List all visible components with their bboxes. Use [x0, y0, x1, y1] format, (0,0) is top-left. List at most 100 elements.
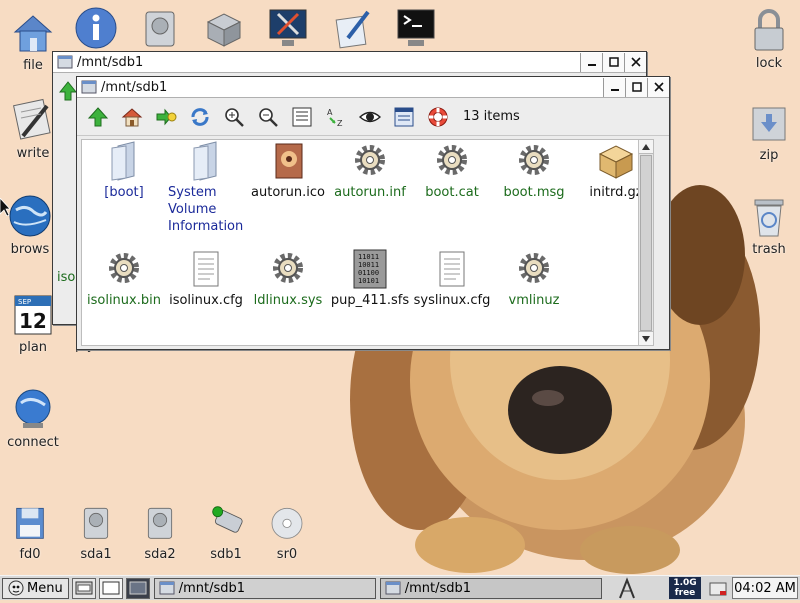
- workspace-icon: [102, 581, 120, 595]
- terminal-icon: [397, 9, 435, 46]
- desktop-icon-connect[interactable]: connect: [1, 385, 65, 450]
- desktop-icon-help[interactable]: [64, 4, 128, 54]
- vertical-scrollbar[interactable]: [638, 140, 653, 345]
- goto-button[interactable]: [151, 102, 181, 132]
- desktop-icon-lock[interactable]: lock: [737, 6, 800, 71]
- usb-drive-icon: [212, 506, 243, 533]
- up-button[interactable]: [83, 102, 113, 132]
- network-tray[interactable]: [617, 577, 637, 599]
- help-button[interactable]: [423, 102, 453, 132]
- text-file-icon: [193, 251, 219, 287]
- window-app-icon: [57, 55, 73, 69]
- up-arrow-icon: [58, 81, 78, 101]
- back-window-titlebar[interactable]: /mnt/sdb1: [53, 52, 646, 73]
- quick-launch-desktop[interactable]: [71, 577, 96, 599]
- maximize-button[interactable]: [625, 77, 647, 97]
- globe-icon: [9, 195, 51, 237]
- tray-indicator[interactable]: [708, 580, 730, 598]
- network-globe-icon: [15, 389, 51, 428]
- desktop-icon-console[interactable]: [384, 4, 448, 54]
- desktop-icon-label: sdb1: [210, 547, 242, 562]
- file-name: pup_411.sfs: [330, 293, 410, 308]
- file-name: isolinux.cfg: [169, 293, 243, 308]
- workspace-1[interactable]: [98, 577, 123, 599]
- clock[interactable]: 04:02 AM: [732, 577, 798, 599]
- home-icon: [121, 107, 143, 126]
- file-item[interactable]: autorun.ico: [246, 140, 330, 201]
- minimize-button[interactable]: [580, 52, 602, 72]
- calendar-icon: SEP 12: [14, 295, 52, 335]
- file-list-area[interactable]: [boot] System Volume Information autorun…: [81, 139, 654, 346]
- task-label: /mnt/sdb1: [404, 580, 472, 596]
- window-toolbar: AZ 13 items: [77, 98, 669, 136]
- zoom-in-icon: [225, 107, 244, 127]
- list-view-button[interactable]: [287, 102, 317, 132]
- file-item[interactable]: isolinux.bin: [82, 248, 166, 309]
- desktop-icon-package[interactable]: [192, 4, 256, 54]
- close-button[interactable]: [624, 52, 646, 72]
- drive-icon-sda2[interactable]: sda2: [128, 505, 192, 562]
- taskbar-task[interactable]: /mnt/sdb1: [153, 577, 376, 599]
- drive-icon-fd0[interactable]: fd0: [0, 505, 62, 562]
- minimize-button[interactable]: [603, 77, 625, 97]
- refresh-icon: [191, 107, 209, 126]
- desktop-icon-label: connect: [7, 435, 59, 450]
- items-count: 13 items: [463, 109, 520, 124]
- window-titlebar[interactable]: /mnt/sdb1: [77, 77, 669, 98]
- file-item[interactable]: [boot]: [82, 140, 166, 201]
- desktop-icon-label: trash: [752, 242, 786, 257]
- file-item[interactable]: boot.cat: [410, 140, 494, 201]
- file-name: vmlinuz: [508, 293, 560, 308]
- home-button[interactable]: [117, 102, 147, 132]
- zoom-in-button[interactable]: [219, 102, 249, 132]
- binary-line: 10011: [358, 261, 379, 269]
- start-menu-button[interactable]: Menu: [2, 577, 69, 599]
- zoom-out-button[interactable]: [253, 102, 283, 132]
- scroll-up-arrow[interactable]: [639, 140, 653, 154]
- sort-button[interactable]: AZ: [321, 102, 351, 132]
- show-hidden-button[interactable]: [355, 102, 385, 132]
- file-manager-window[interactable]: /mnt/sdb1 AZ 13 items [boot] System Volu…: [76, 76, 670, 350]
- close-button[interactable]: [647, 77, 669, 97]
- desktop-icon-trash[interactable]: trash: [737, 192, 800, 257]
- file-name: autorun.inf: [334, 185, 406, 200]
- file-item[interactable]: syslinux.cfg: [410, 248, 494, 309]
- padlock-icon: [754, 9, 784, 51]
- details-button[interactable]: [389, 102, 419, 132]
- desktop-icon-zip[interactable]: zip: [737, 98, 800, 163]
- file-item[interactable]: System Volume Information: [164, 140, 248, 235]
- file-name: initrd.gz: [589, 185, 643, 200]
- desktop-icon-setup[interactable]: [256, 4, 320, 54]
- drive-icon-sda1[interactable]: sda1: [64, 505, 128, 562]
- free-label: free: [674, 588, 696, 598]
- close-icon: [653, 82, 664, 92]
- triangle-up-icon: [642, 143, 650, 150]
- desktop-icon-drive[interactable]: [128, 4, 192, 54]
- taskbar: Menu /mnt/sdb1 /mnt/sdb1 1.0G free 04:02…: [0, 575, 800, 600]
- volume-tray-icon: [709, 582, 727, 596]
- eye-icon: [359, 111, 381, 122]
- back-window-toolbar-arrow[interactable]: [58, 80, 78, 106]
- package-box-icon: [206, 13, 242, 47]
- hard-drive-icon: [145, 11, 175, 47]
- taskbar-task-active[interactable]: /mnt/sdb1: [379, 577, 602, 599]
- file-item[interactable]: vmlinuz: [492, 248, 576, 309]
- file-item[interactable]: isolinux.cfg: [164, 248, 248, 309]
- refresh-button[interactable]: [185, 102, 215, 132]
- workspace-2[interactable]: [125, 577, 150, 599]
- scrollbar-thumb[interactable]: [640, 155, 652, 331]
- drive-icon-sr0[interactable]: sr0: [255, 505, 319, 562]
- file-item[interactable]: autorun.inf: [328, 140, 412, 201]
- folder-icon: [193, 141, 217, 181]
- maximize-button[interactable]: [602, 52, 624, 72]
- svg-text:Z: Z: [337, 119, 343, 128]
- file-item[interactable]: boot.msg: [492, 140, 576, 201]
- file-name: boot.cat: [425, 185, 479, 200]
- desktop-icon-label: fd0: [19, 547, 41, 562]
- scroll-down-arrow[interactable]: [639, 331, 653, 345]
- file-item[interactable]: ldlinux.sys: [246, 248, 330, 309]
- binary-line: 10101: [358, 277, 379, 285]
- drive-icon-sdb1[interactable]: sdb1: [194, 505, 258, 562]
- file-item[interactable]: 11011 10011 01100 10101 pup_411.sfs: [328, 248, 412, 309]
- desktop-icon-edit[interactable]: [320, 4, 384, 54]
